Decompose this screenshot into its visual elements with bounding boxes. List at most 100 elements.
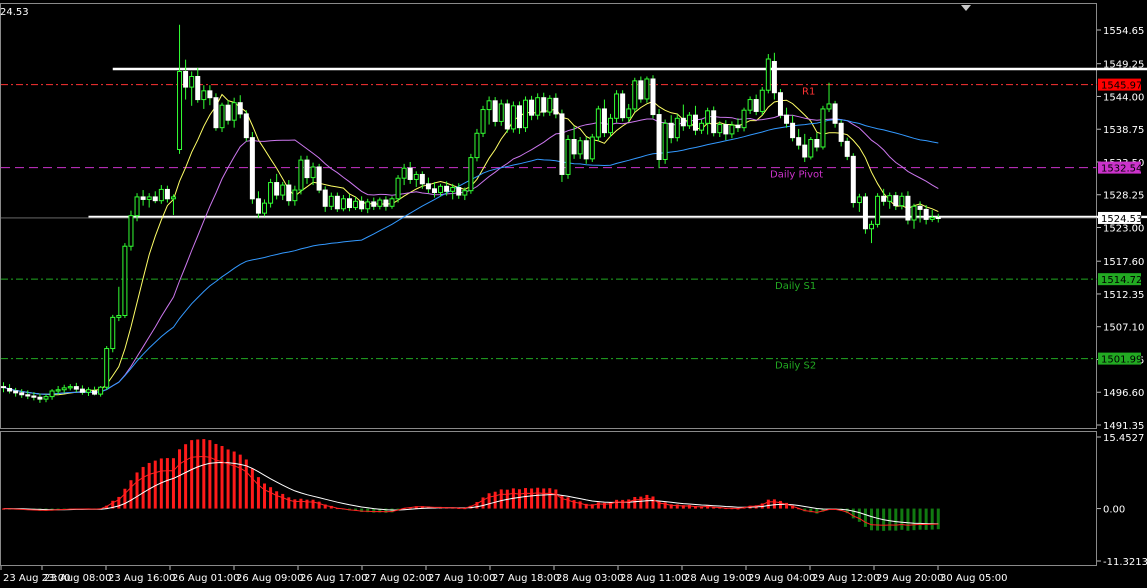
candle-body <box>571 139 577 155</box>
candle-body <box>492 100 498 122</box>
candle-body <box>844 140 850 157</box>
candle-body <box>510 105 516 130</box>
candle-body <box>262 202 268 214</box>
macd-histogram-bar <box>863 508 867 527</box>
time-tick-label: 29 Aug 04:00 <box>748 573 815 584</box>
candle-body <box>104 348 110 388</box>
candle-body <box>705 110 711 124</box>
price-tick-label: 1491.35 <box>1103 421 1144 432</box>
candle-body <box>49 390 55 398</box>
candle-body <box>589 136 595 160</box>
candle-body <box>431 188 437 194</box>
candle-body <box>456 187 462 196</box>
macd-histogram-bar <box>517 489 521 509</box>
time-tick-label: 28 Aug 03:00 <box>556 573 623 584</box>
macd-histogram-bar <box>857 508 861 522</box>
candle-body <box>802 144 808 158</box>
candle-body <box>735 124 741 129</box>
candle-body <box>67 386 73 389</box>
candle-body <box>808 139 814 158</box>
candle-body <box>753 99 759 112</box>
candle-body <box>632 80 638 110</box>
candle-body <box>504 103 510 130</box>
candle-body <box>826 103 832 110</box>
candle-body <box>243 113 249 139</box>
price-tick-label: 1549.25 <box>1103 60 1144 71</box>
candle-body <box>340 198 346 210</box>
candle-body <box>207 90 213 99</box>
price-tag-label: 1532.54 <box>1101 164 1142 175</box>
candle-body <box>158 188 164 202</box>
macd-histogram-bar <box>554 489 558 509</box>
candle-body <box>353 200 359 209</box>
macd-histogram-bar <box>888 508 892 531</box>
current-price-tag-label: 1524.53 <box>1101 214 1142 225</box>
macd-histogram-bar <box>208 440 212 509</box>
candle-body <box>280 184 286 196</box>
candle-body <box>614 93 620 119</box>
candle-body <box>98 386 104 395</box>
candle-body <box>383 199 389 207</box>
candle-body <box>887 195 893 202</box>
candle-body <box>231 102 237 121</box>
candle-body <box>334 195 340 210</box>
candle-body <box>595 108 601 138</box>
price-tick-label: 1496.60 <box>1103 388 1144 399</box>
candle-body <box>292 189 298 202</box>
candle-body <box>195 75 201 101</box>
candle-body <box>164 188 170 200</box>
candle-body <box>820 108 826 148</box>
candle-body <box>346 198 352 209</box>
time-tick-label: 29 Aug 12:00 <box>812 573 879 584</box>
candle-body <box>371 201 377 207</box>
macd-histogram-bar <box>226 449 230 509</box>
macd-histogram-bar <box>493 491 497 509</box>
macd-histogram-bar <box>639 496 643 509</box>
candle-body <box>274 182 280 196</box>
candle-body <box>170 196 176 200</box>
candle-body <box>189 75 195 88</box>
candle-body <box>608 117 613 134</box>
trading-chart[interactable]: 24.53 R1 Daily Pivot Daily S1 Daily S2 1554… <box>0 0 1147 588</box>
macd-histogram-bar <box>627 499 631 509</box>
candle-body <box>85 389 91 393</box>
candle-body <box>286 184 292 202</box>
macd-histogram-bar <box>542 488 546 509</box>
price-tick-label: 1528.25 <box>1103 191 1144 202</box>
candle-body <box>711 110 717 134</box>
price-tag-label: 1514.72 <box>1101 275 1142 286</box>
candle-body <box>638 80 644 100</box>
candle-body <box>134 196 140 217</box>
macd-histogram-bar <box>651 496 655 509</box>
time-tick-label: 27 Aug 02:00 <box>364 573 431 584</box>
candle-body <box>784 114 790 124</box>
candle-body <box>116 314 122 318</box>
macd-histogram-bar <box>165 458 169 509</box>
candle-body <box>322 189 328 207</box>
pivot-level-label: Daily Pivot <box>770 170 823 181</box>
candle-body <box>662 122 668 160</box>
candle-body <box>92 390 98 395</box>
macd-histogram-bar <box>269 487 273 509</box>
candle-body <box>79 388 85 393</box>
candle-body <box>577 140 583 155</box>
macd-histogram-bar <box>281 493 285 509</box>
price-tick-label: 1538.75 <box>1103 125 1144 136</box>
macd-histogram-bar <box>190 440 194 509</box>
candle-body <box>255 198 261 214</box>
macd-histogram-bar <box>663 502 667 509</box>
candle-body <box>656 114 662 160</box>
macd-tick-label: 15.4527 <box>1103 433 1144 444</box>
time-tick-label: 23 Aug 16:00 <box>108 573 175 584</box>
candle-body <box>553 97 559 115</box>
candle-body <box>869 223 875 230</box>
candle-body <box>674 117 680 139</box>
candle-body <box>61 387 67 391</box>
macd-histogram-bar <box>596 502 600 509</box>
macd-tick-label: -11.3213 <box>1103 557 1147 568</box>
macd-histogram-bar <box>293 499 297 509</box>
pivot-level-label: Daily S1 <box>775 281 816 292</box>
candle-body <box>917 205 923 210</box>
candle-body <box>128 215 134 247</box>
price-tick-label: 1554.65 <box>1103 26 1144 37</box>
